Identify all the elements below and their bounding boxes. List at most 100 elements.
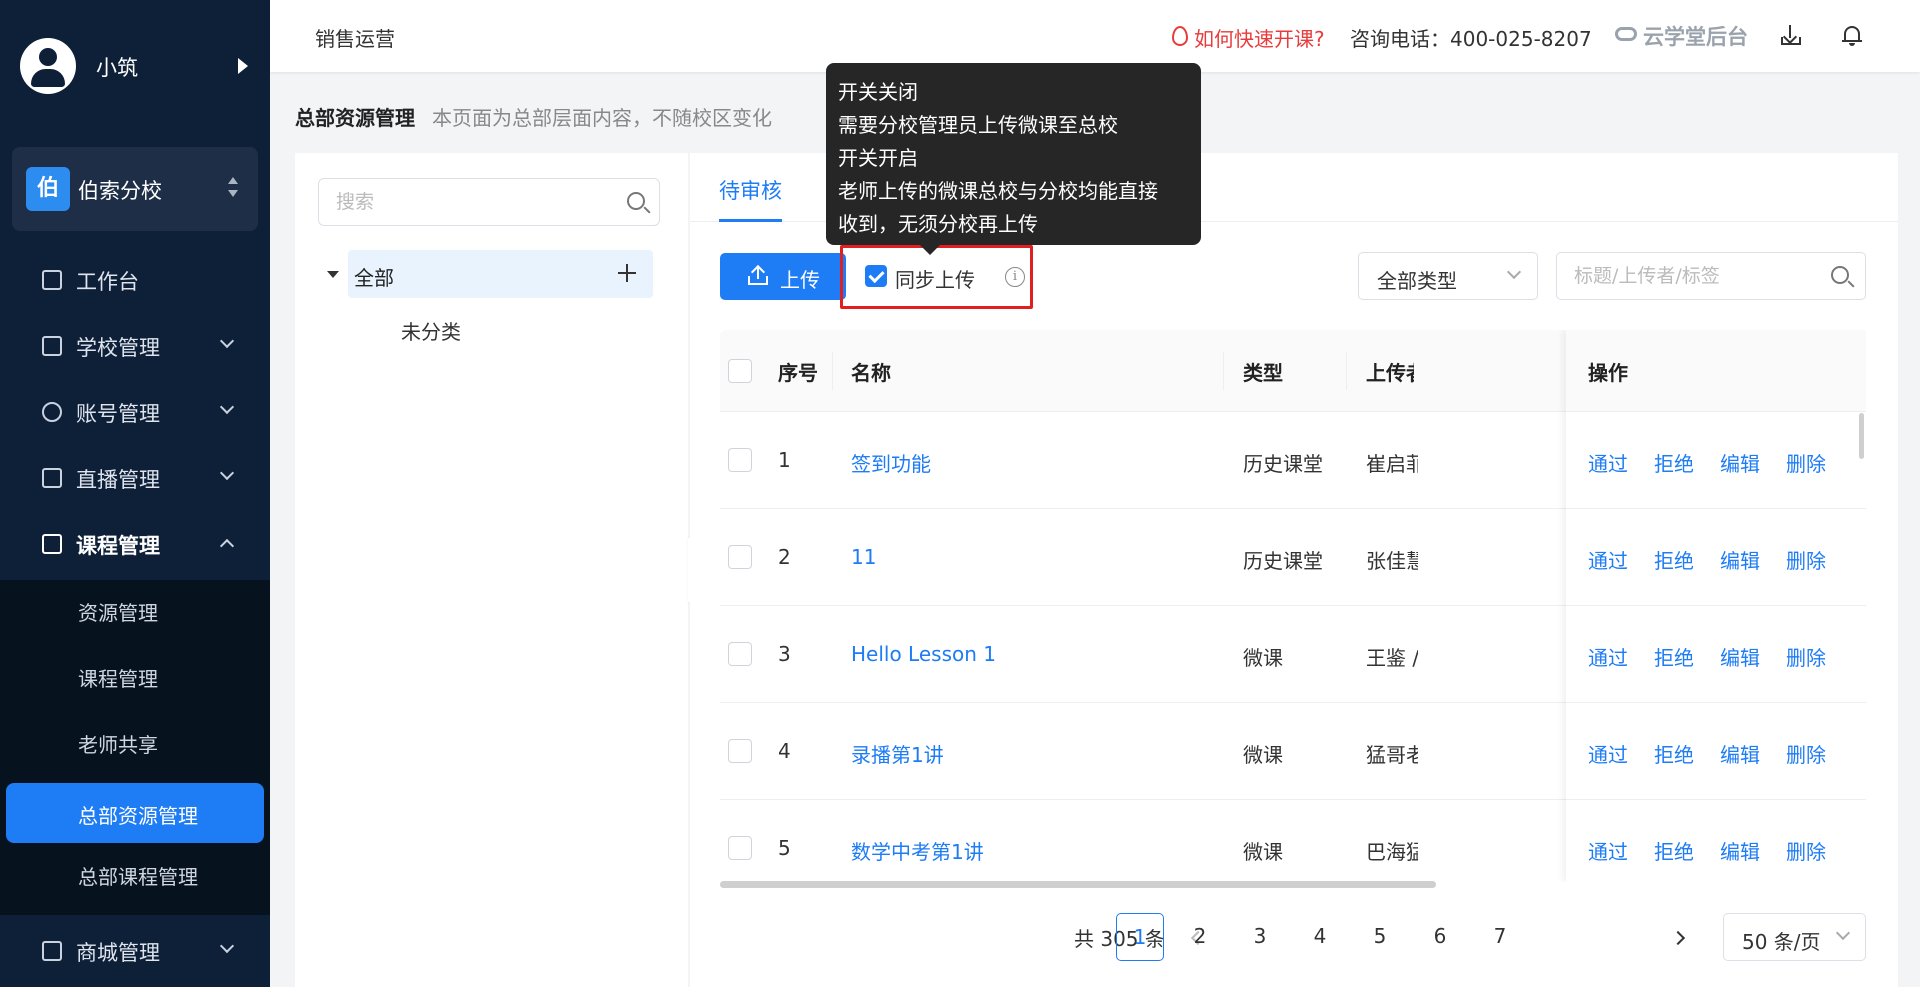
nav-item-shop[interactable]: 商城管理 <box>0 921 270 981</box>
page-button[interactable]: 3 <box>1236 913 1284 961</box>
reject-button[interactable]: 拒绝 <box>1654 739 1694 768</box>
user-profile[interactable]: 小筑 <box>0 0 270 135</box>
tooltip-line: 老师上传的微课总校与分校均能直接 <box>838 179 1158 203</box>
row-index: 3 <box>778 642 791 666</box>
tree-search-input[interactable] <box>320 180 610 224</box>
row-type: 微课 <box>1243 840 1283 864</box>
subnav-item-hq-courses[interactable]: 总部课程管理 <box>0 844 270 904</box>
approve-button[interactable]: 通过 <box>1588 545 1628 574</box>
plus-icon[interactable] <box>618 264 636 282</box>
edit-button[interactable]: 编辑 <box>1720 739 1760 768</box>
approve-button[interactable]: 通过 <box>1588 836 1628 865</box>
edit-button[interactable]: 编辑 <box>1720 448 1760 477</box>
select-all-checkbox[interactable] <box>728 359 752 383</box>
subnav-item-teacher-share[interactable]: 老师共享 <box>0 712 270 772</box>
sync-upload-label[interactable]: 同步上传 <box>895 264 975 293</box>
row-checkbox[interactable] <box>728 739 752 763</box>
reject-button[interactable]: 拒绝 <box>1654 448 1694 477</box>
download-icon[interactable] <box>1780 25 1802 47</box>
search-icon[interactable] <box>1831 266 1849 284</box>
upload-button-label: 上传 <box>780 268 820 292</box>
delete-button[interactable]: 删除 <box>1786 836 1826 865</box>
row-name-link[interactable]: 签到功能 <box>851 448 931 477</box>
resource-search-input[interactable] <box>1558 254 1818 298</box>
reject-button[interactable]: 拒绝 <box>1654 545 1694 574</box>
delete-button[interactable]: 删除 <box>1786 448 1826 477</box>
delete-button[interactable]: 删除 <box>1786 545 1826 574</box>
tree-node-label: 全部 <box>354 266 394 290</box>
fire-icon <box>1170 22 1188 46</box>
tree-node-all[interactable]: 全部 <box>348 250 653 298</box>
page-button[interactable]: 1 <box>1116 913 1164 961</box>
approve-button[interactable]: 通过 <box>1588 642 1628 671</box>
edit-button[interactable]: 编辑 <box>1720 836 1760 865</box>
reject-button[interactable]: 拒绝 <box>1654 642 1694 671</box>
nav-label: 工作台 <box>76 270 139 294</box>
tree-search[interactable] <box>318 178 660 226</box>
tree-node-uncategorized[interactable]: 未分类 <box>401 316 461 345</box>
school-badge: 伯 <box>26 167 70 211</box>
ops-row: 通过 拒绝 编辑 删除 <box>1566 412 1866 509</box>
fast-course-link[interactable]: 如何快速开课? <box>1194 23 1325 52</box>
page-button[interactable]: 2 <box>1176 913 1224 961</box>
row-name-link[interactable]: 11 <box>851 545 876 569</box>
nav-item-live[interactable]: 直播管理 <box>0 448 270 508</box>
nav-item-course[interactable]: 课程管理 <box>0 514 270 574</box>
subnav-item-courses[interactable]: 课程管理 <box>0 646 270 706</box>
resource-search[interactable] <box>1556 252 1866 300</box>
sync-upload-checkbox[interactable] <box>865 265 887 287</box>
row-uploader: 张佳慧 <box>1366 549 1418 573</box>
approve-button[interactable]: 通过 <box>1588 448 1628 477</box>
nav-item-school[interactable]: 学校管理 <box>0 316 270 376</box>
category-tree-panel: 全部 未分类 <box>295 153 688 987</box>
caret-right-icon[interactable] <box>238 58 248 74</box>
subnav-item-resources[interactable]: 资源管理 <box>0 580 270 640</box>
reject-button[interactable]: 拒绝 <box>1654 836 1694 865</box>
delete-button[interactable]: 删除 <box>1786 739 1826 768</box>
vertical-scrollbar[interactable] <box>1859 413 1864 459</box>
ops-row: 通过 拒绝 编辑 删除 <box>1566 509 1866 606</box>
next-page-icon[interactable] <box>1670 930 1686 946</box>
nav-label: 直播管理 <box>76 468 160 492</box>
page-button[interactable]: 4 <box>1296 913 1344 961</box>
row-name-link[interactable]: 数学中考第1讲 <box>851 836 984 865</box>
nav-label: 账号管理 <box>76 402 160 426</box>
row-index: 5 <box>778 836 791 860</box>
school-switcher[interactable]: 伯 伯索分校 <box>12 147 258 231</box>
type-filter-select[interactable]: 全部类型 <box>1358 252 1538 300</box>
bell-icon[interactable] <box>1842 24 1862 46</box>
row-checkbox[interactable] <box>728 545 752 569</box>
row-uploader: 崔启菲 <box>1366 452 1418 476</box>
page-size-select[interactable]: 50 条/页 <box>1723 913 1866 961</box>
search-icon[interactable] <box>627 192 645 210</box>
row-checkbox[interactable] <box>728 836 752 860</box>
column-divider <box>1346 352 1347 390</box>
page-button[interactable]: 6 <box>1416 913 1464 961</box>
caret-down-icon[interactable] <box>327 271 339 278</box>
page-button[interactable]: 5 <box>1356 913 1404 961</box>
info-icon[interactable]: i <box>1005 267 1025 287</box>
chart-icon <box>42 270 62 290</box>
horizontal-scrollbar[interactable] <box>720 881 1436 888</box>
subnav-item-hq-resources[interactable]: 总部资源管理 <box>6 783 264 843</box>
edit-button[interactable]: 编辑 <box>1720 545 1760 574</box>
tab-indicator <box>719 219 782 222</box>
row-name-link[interactable]: Hello Lesson 1 <box>851 642 996 666</box>
row-uploader: 猛哥老 <box>1366 743 1418 767</box>
row-index: 1 <box>778 448 791 472</box>
page-button[interactable]: 7 <box>1476 913 1524 961</box>
col-name: 名称 <box>851 361 891 385</box>
row-name-link[interactable]: 录播第1讲 <box>851 739 944 768</box>
tab-pending[interactable]: 待审核 <box>719 175 782 205</box>
nav-item-account[interactable]: 账号管理 <box>0 382 270 442</box>
upload-button[interactable]: 上传 <box>720 253 846 300</box>
row-checkbox[interactable] <box>728 642 752 666</box>
edit-button[interactable]: 编辑 <box>1720 642 1760 671</box>
approve-button[interactable]: 通过 <box>1588 739 1628 768</box>
row-index: 4 <box>778 739 791 763</box>
delete-button[interactable]: 删除 <box>1786 642 1826 671</box>
chevron-down-icon <box>1835 925 1851 941</box>
row-checkbox[interactable] <box>728 448 752 472</box>
nav-item-workbench[interactable]: 工作台 <box>0 250 270 310</box>
column-divider <box>832 352 833 390</box>
